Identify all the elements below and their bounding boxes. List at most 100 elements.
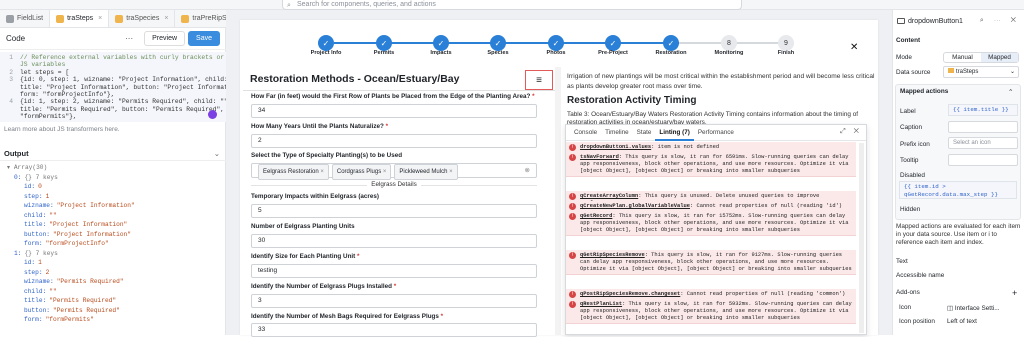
remove-icon[interactable]: × — [319, 169, 324, 175]
step-circle[interactable] — [376, 35, 392, 51]
mode-mapped-option[interactable]: Mapped — [981, 53, 1018, 62]
file-tab[interactable]: traPreRipSpecies× — [175, 10, 226, 27]
mode-label: Mode — [896, 54, 912, 61]
output-row: form: "formProjectInfo" — [24, 240, 109, 247]
disabled-code-input[interactable]: {{ item.id > qGetRecord.data.max_step }} — [899, 181, 1017, 199]
menu-icon: ≡ — [536, 74, 542, 86]
more-options-icon[interactable]: ··· — [125, 34, 133, 43]
mode-toggle: Manual Mapped — [943, 52, 1019, 63]
field-label-unit-size: Identify Size for Each Planting Unit * — [251, 253, 360, 260]
output-row[interactable]: 1:{} 7 keys — [4, 249, 226, 259]
file-tabs: FieldList traSteps × traSpecies × traPreRipSp… — [0, 10, 226, 28]
add-icon[interactable]: + — [1012, 288, 1017, 298]
file-tab[interactable]: traSpecies × — [109, 10, 176, 27]
label-code-input[interactable]: {{ item.title }} — [948, 104, 1018, 116]
code-line[interactable]: "formPermits"}, — [20, 113, 77, 121]
chip[interactable]: Pickleweed Mulch × — [394, 164, 458, 180]
chip[interactable]: Eelgrass Restoration × — [258, 164, 329, 180]
output-row: title: "Project Information" — [24, 221, 128, 228]
close-icon[interactable]: × — [98, 15, 102, 22]
file-tab-label: traSteps — [67, 15, 94, 22]
years-naturalize-input[interactable]: 2 — [251, 134, 537, 148]
assistant-icon[interactable] — [208, 110, 217, 119]
icon-position-label: Icon position — [899, 318, 935, 325]
step-circle[interactable] — [433, 35, 449, 51]
error-icon: ! — [569, 144, 576, 151]
chevron-down-icon[interactable]: ⌄ — [214, 149, 220, 158]
output-row[interactable]: ▾ Array(30) — [4, 163, 226, 173]
chevron-up-icon[interactable]: ⌃ — [1008, 88, 1013, 96]
debug-tab[interactable]: Linting (7) — [655, 125, 694, 141]
lint-item[interactable]: ! qGetRipSpeciesRemove: This query is slo… — [566, 250, 856, 276]
icon-position-value[interactable]: Left of text — [947, 318, 977, 325]
file-tab[interactable]: traSteps × — [50, 10, 110, 27]
close-icon[interactable]: × — [164, 15, 168, 22]
step-circle[interactable]: 8 — [721, 35, 737, 51]
lint-item[interactable]: ! qGetRecord: This query is slow, it ran … — [566, 211, 856, 237]
learn-more-link[interactable]: Learn more about JS transformers here. — [4, 126, 120, 133]
unit-size-input[interactable]: testing — [251, 264, 537, 278]
output-row[interactable]: 0:{} 7 keys — [4, 173, 226, 183]
hidden-label: Hidden — [900, 206, 921, 213]
debug-panel: Console Timeline State Linting (7) Performan… — [565, 124, 867, 335]
query-icon — [56, 14, 65, 23]
output-row: step: 2 — [24, 268, 50, 276]
step-circle[interactable] — [663, 35, 679, 51]
mode-manual-option[interactable]: Manual — [944, 53, 981, 62]
step-circle[interactable] — [605, 35, 621, 51]
accessible-name-label: Accessible name — [896, 272, 945, 279]
file-tab-label: traPreRipSpecies — [192, 15, 226, 22]
chip[interactable]: Cordgrass Plugs × — [331, 164, 392, 180]
output-row: wizname: "Permits Required" — [24, 278, 124, 285]
lint-item[interactable]: ! qRestPlanList: This query is slow, it r… — [566, 299, 856, 325]
divider — [243, 90, 555, 91]
tooltip-label: Tooltip — [900, 157, 919, 164]
step-circle[interactable] — [548, 35, 564, 51]
specialty-planting-multiselect[interactable]: Eelgrass Restoration × Cordgrass Plugs × P… — [251, 163, 537, 180]
clear-icon[interactable]: ⊗ — [525, 165, 530, 177]
code-title: Code — [6, 34, 26, 43]
temporary-impacts-input[interactable]: 5 — [251, 204, 537, 218]
mapped-actions-title[interactable]: Mapped actions — [900, 88, 948, 95]
plugs-installed-input[interactable]: 3 — [251, 294, 537, 308]
debug-tab[interactable]: Timeline — [601, 125, 633, 141]
query-icon — [115, 14, 124, 23]
panel-controls-icon[interactable]: ⤢ ✕ — [840, 128, 862, 136]
debug-tab[interactable]: Performance — [694, 125, 738, 141]
output-header[interactable]: Output ⌄ — [0, 147, 226, 161]
remove-icon[interactable]: × — [381, 169, 387, 175]
debug-tab[interactable]: Console — [570, 125, 601, 141]
tooltip-input[interactable] — [948, 154, 1018, 166]
first-row-distance-input[interactable]: 34 — [251, 104, 537, 118]
save-button[interactable]: Save — [188, 31, 220, 46]
field-label-planting-units: Number of Eelgrass Planting Units — [251, 223, 355, 230]
data-source-select[interactable]: traSteps ⌄ — [943, 66, 1019, 78]
close-icon[interactable]: ✕ — [850, 42, 858, 53]
output-row: child: "" — [24, 287, 57, 295]
output-row: title: "Permits Required" — [24, 297, 117, 304]
planting-units-input[interactable]: 30 — [251, 234, 537, 248]
chevron-down-icon: ⌄ — [1009, 69, 1015, 75]
step-circle[interactable] — [490, 35, 506, 51]
debug-tab[interactable]: State — [633, 125, 656, 141]
inspector-actions-icon[interactable]: ⌕ ⋯ ✕ — [980, 17, 1020, 25]
icon-value[interactable]: ◫ Interface Setti... — [947, 304, 1000, 312]
file-tab[interactable]: FieldList — [0, 10, 51, 27]
step-circle[interactable] — [318, 35, 334, 51]
code-line[interactable]: {id: 0, step: 1, wizname: "Project Infor… — [20, 76, 226, 84]
lint-item[interactable]: ! tsNavForward: This query is slow, it ra… — [566, 152, 856, 178]
preview-button[interactable]: Preview — [144, 31, 186, 46]
step-circle[interactable]: 9 — [778, 35, 794, 51]
form-scrollbar[interactable] — [555, 67, 561, 335]
prefix-icon-select[interactable]: Select an icon — [948, 137, 1018, 149]
file-tab-label: FieldList — [17, 15, 44, 22]
menu-button[interactable]: ≡ — [525, 70, 553, 90]
disabled-label: Disabled — [900, 172, 925, 179]
debug-scrollbar[interactable] — [859, 143, 864, 333]
global-search-input[interactable]: ⌕ Search for components, queries, and ac… — [282, 0, 742, 10]
prefix-icon-label: Prefix icon — [900, 141, 930, 148]
code-editor[interactable]: 1// Reference external variables with cu… — [0, 52, 226, 122]
caption-input[interactable] — [948, 121, 1018, 133]
remove-icon[interactable]: × — [447, 169, 453, 175]
component-name[interactable]: dropdownButton1 — [908, 18, 963, 25]
